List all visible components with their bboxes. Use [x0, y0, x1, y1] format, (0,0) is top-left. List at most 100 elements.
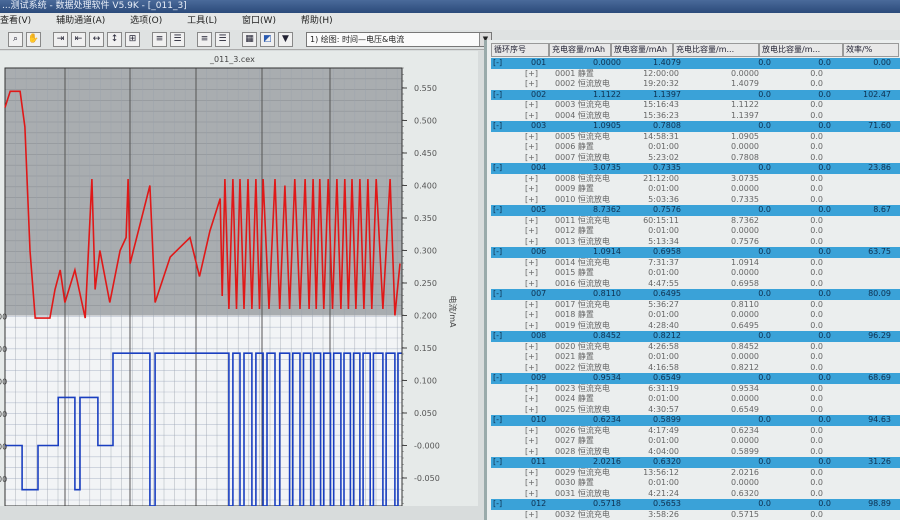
step-row[interactable]: [+]0017 恒流充电5:36:270.81100.0: [491, 300, 900, 311]
expand-toggle[interactable]: [+]: [525, 426, 538, 437]
menu-tools[interactable]: 工具(L): [187, 16, 217, 26]
step-row[interactable]: [+]0028 恒流放电4:04:000.58990.0: [491, 447, 900, 458]
cycle-row[interactable]: [-]0112.02160.63200.00.031.26: [491, 457, 900, 468]
step-row[interactable]: [+]0031 恒流放电4:21:240.63200.0: [491, 489, 900, 500]
step-row[interactable]: [+]0005 恒流充电14:58:311.09050.0: [491, 132, 900, 143]
step-row[interactable]: [+]0019 恒流放电4:28:400.64950.0: [491, 321, 900, 332]
step-row[interactable]: [+]0011 恒流充电60:15:118.73620.0: [491, 216, 900, 227]
expand-toggle[interactable]: [+]: [525, 489, 538, 500]
collapse-toggle[interactable]: [-]: [493, 205, 502, 216]
column-header[interactable]: 效率/%: [843, 43, 899, 57]
expand-toggle[interactable]: [+]: [525, 100, 538, 111]
step-row[interactable]: [+]0006 静置0:01:000.00000.0: [491, 142, 900, 153]
step-row[interactable]: [+]0004 恒流放电15:36:231.13970.0: [491, 111, 900, 122]
step-row[interactable]: [+]0023 恒流充电6:31:190.95340.0: [491, 384, 900, 395]
expand-toggle[interactable]: [+]: [525, 310, 538, 321]
step-row[interactable]: [+]0015 静置0:01:000.00000.0: [491, 268, 900, 279]
expand-toggle[interactable]: [+]: [525, 447, 538, 458]
menu-window[interactable]: 窗口(W): [242, 16, 276, 26]
h-compress-icon[interactable]: ⇥: [53, 32, 68, 47]
step-row[interactable]: [+]0029 恒流充电13:56:122.02160.0: [491, 468, 900, 479]
column-header[interactable]: 充电比容量/m...: [673, 43, 759, 57]
step-row[interactable]: [+]0001 静置12:00:000.00000.0: [491, 69, 900, 80]
pan-hand-icon[interactable]: ✋: [26, 32, 41, 47]
list-icon[interactable]: ≡: [152, 32, 167, 47]
cycle-row[interactable]: [-]0043.07350.73350.00.023.86: [491, 163, 900, 174]
expand-toggle[interactable]: [+]: [525, 405, 538, 416]
zoom-icon[interactable]: ⌕: [8, 32, 23, 47]
collapse-toggle[interactable]: [-]: [493, 457, 502, 468]
list-detail-icon[interactable]: ☰: [170, 32, 185, 47]
step-row[interactable]: [+]0021 静置0:01:000.00000.0: [491, 352, 900, 363]
list-detail-icon-2[interactable]: ☰: [215, 32, 230, 47]
pin-icon[interactable]: ▼: [278, 32, 293, 47]
expand-toggle[interactable]: [+]: [525, 142, 538, 153]
cycle-row[interactable]: [-]0090.95340.65490.00.068.69: [491, 373, 900, 384]
expand-toggle[interactable]: [+]: [525, 268, 538, 279]
column-header[interactable]: 充电容量/mAh: [549, 43, 611, 57]
expand-toggle[interactable]: [+]: [525, 436, 538, 447]
expand-toggle[interactable]: [+]: [525, 69, 538, 80]
step-row[interactable]: [+]0027 静置0:01:000.00000.0: [491, 436, 900, 447]
expand-toggle[interactable]: [+]: [525, 321, 538, 332]
cycle-row[interactable]: [-]0031.09050.78080.00.071.60: [491, 121, 900, 132]
expand-toggle[interactable]: [+]: [525, 226, 538, 237]
h-expand-icon[interactable]: ⇤: [71, 32, 86, 47]
cycle-row[interactable]: [-]0070.81100.64950.00.080.09: [491, 289, 900, 300]
menu-aux-channel[interactable]: 辅助通道(A): [56, 16, 105, 26]
step-row[interactable]: [+]0018 静置0:01:000.00000.0: [491, 310, 900, 321]
menu-options[interactable]: 选项(O): [130, 16, 162, 26]
menu-help[interactable]: 帮助(H): [301, 16, 333, 26]
step-row[interactable]: [+]0003 恒流充电15:16:431.11220.0: [491, 100, 900, 111]
plot-type-select[interactable]: 1) 绘图: 时间—电压&电流▼: [306, 32, 492, 47]
list-icon-2[interactable]: ≡: [197, 32, 212, 47]
fit-all-icon[interactable]: ⊞: [125, 32, 140, 47]
collapse-toggle[interactable]: [-]: [493, 163, 502, 174]
step-row[interactable]: [+]0016 恒流放电4:47:550.69580.0: [491, 279, 900, 290]
step-row[interactable]: [+]0022 恒流放电4:16:580.82120.0: [491, 363, 900, 374]
fit-vertical-icon[interactable]: ↕: [107, 32, 122, 47]
expand-toggle[interactable]: [+]: [525, 195, 538, 206]
step-row[interactable]: [+]0008 恒流充电21:12:003.07350.0: [491, 174, 900, 185]
collapse-toggle[interactable]: [-]: [493, 247, 502, 258]
step-row[interactable]: [+]0012 静置0:01:000.00000.0: [491, 226, 900, 237]
collapse-toggle[interactable]: [-]: [493, 58, 502, 69]
voltage-current-chart[interactable]: 0.5500.5000.4500.4000.3500.3000.2500.200…: [0, 51, 478, 506]
expand-toggle[interactable]: [+]: [525, 352, 538, 363]
expand-toggle[interactable]: [+]: [525, 394, 538, 405]
expand-toggle[interactable]: [+]: [525, 342, 538, 353]
step-row[interactable]: [+]0025 恒流放电4:30:570.65490.0: [491, 405, 900, 416]
step-row[interactable]: [+]0007 恒流放电5:23:020.78080.0: [491, 153, 900, 164]
expand-toggle[interactable]: [+]: [525, 132, 538, 143]
cycle-row[interactable]: [-]0021.11221.13970.00.0102.47: [491, 90, 900, 101]
expand-toggle[interactable]: [+]: [525, 184, 538, 195]
expand-toggle[interactable]: [+]: [525, 79, 538, 90]
cycle-row[interactable]: [-]0080.84520.82120.00.096.29: [491, 331, 900, 342]
menu-view[interactable]: 查看(V): [0, 16, 31, 26]
step-row[interactable]: [+]0013 恒流放电5:13:340.75760.0: [491, 237, 900, 248]
collapse-toggle[interactable]: [-]: [493, 289, 502, 300]
step-row[interactable]: [+]0020 恒流充电4:26:580.84520.0: [491, 342, 900, 353]
expand-toggle[interactable]: [+]: [525, 300, 538, 311]
expand-toggle[interactable]: [+]: [525, 174, 538, 185]
cycle-row[interactable]: [-]0061.09140.69580.00.063.75: [491, 247, 900, 258]
cycle-row[interactable]: [-]0100.62340.58990.00.094.63: [491, 415, 900, 426]
cycle-row[interactable]: [-]0010.00001.40790.00.00.00: [491, 58, 900, 69]
column-header[interactable]: 放电容量/mAh: [611, 43, 673, 57]
collapse-toggle[interactable]: [-]: [493, 90, 502, 101]
collapse-toggle[interactable]: [-]: [493, 415, 502, 426]
cycle-row[interactable]: [-]0058.73620.75760.00.08.67: [491, 205, 900, 216]
expand-toggle[interactable]: [+]: [525, 384, 538, 395]
expand-toggle[interactable]: [+]: [525, 468, 538, 479]
expand-toggle[interactable]: [+]: [525, 111, 538, 122]
expand-toggle[interactable]: [+]: [525, 237, 538, 248]
step-row[interactable]: [+]0009 静置0:01:000.00000.0: [491, 184, 900, 195]
collapse-toggle[interactable]: [-]: [493, 331, 502, 342]
collapse-toggle[interactable]: [-]: [493, 499, 502, 510]
column-header[interactable]: 循环序号: [491, 43, 549, 57]
step-row[interactable]: [+]0010 恒流放电5:03:360.73350.0: [491, 195, 900, 206]
step-row[interactable]: [+]0026 恒流充电4:17:490.62340.0: [491, 426, 900, 437]
expand-toggle[interactable]: [+]: [525, 216, 538, 227]
cycle-row[interactable]: [-]0120.57180.56530.00.098.89: [491, 499, 900, 510]
step-row[interactable]: [+]0024 静置0:01:000.00000.0: [491, 394, 900, 405]
